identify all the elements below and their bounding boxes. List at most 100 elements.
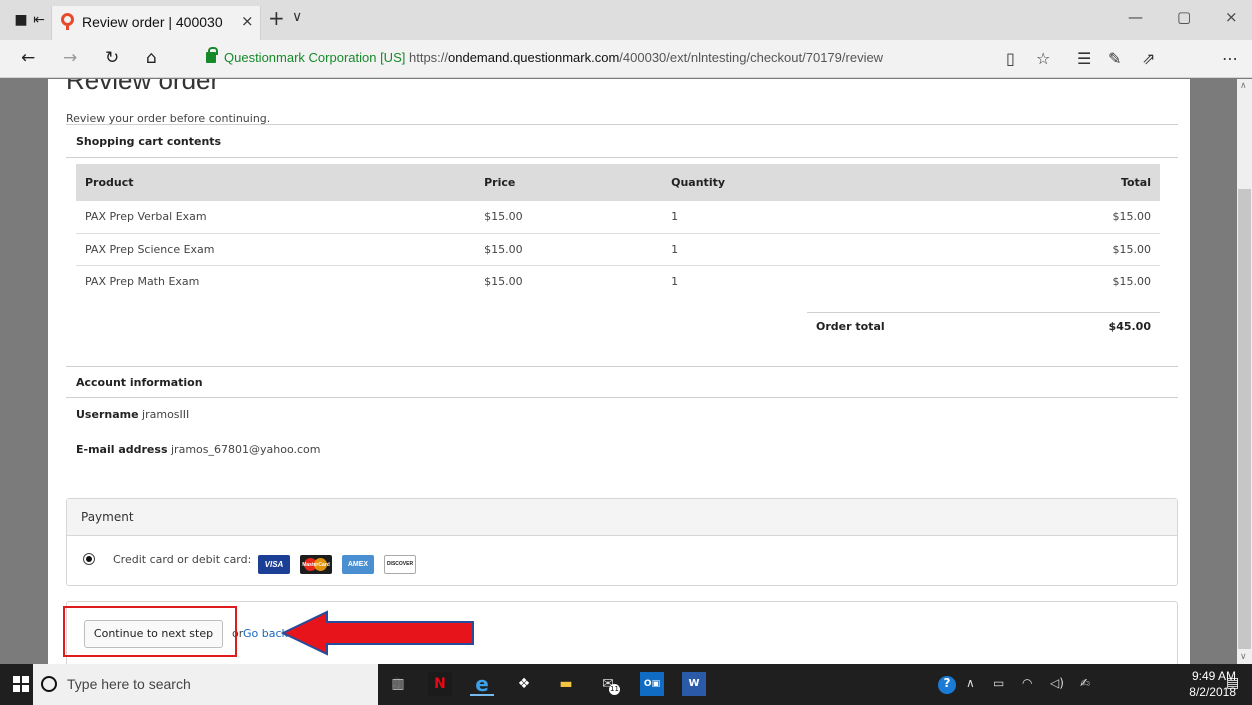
file-explorer-icon[interactable]: ▬: [554, 672, 578, 696]
outlook-icon[interactable]: O▣: [640, 672, 664, 696]
url-path: /400030/ext/nlntesting/checkout/70179/re…: [619, 50, 884, 65]
table-row: PAX Prep Verbal Exam $15.00 1 $15.00: [76, 201, 1160, 234]
order-total-divider: [807, 312, 1160, 313]
discover-logo: DISCOVER: [384, 555, 416, 574]
help-icon[interactable]: ?: [938, 676, 956, 694]
favorite-star-icon[interactable]: ☆: [1036, 50, 1050, 68]
scroll-down-icon[interactable]: ∨: [1240, 652, 1247, 662]
page-viewport: Review order Review your order before co…: [0, 79, 1252, 664]
edge-icon[interactable]: e: [470, 672, 494, 696]
pen-workspace-icon[interactable]: ✍: [1080, 676, 1090, 690]
cell-price: $15.00: [475, 201, 663, 234]
tab-list-chevron-icon[interactable]: ∨: [292, 9, 302, 25]
more-icon[interactable]: ⋯: [1222, 50, 1238, 68]
mail-badge: 11: [609, 684, 620, 695]
col-quantity: Quantity: [662, 164, 1008, 201]
order-total-value: $45.00: [1108, 320, 1151, 333]
cell-product: PAX Prep Math Exam: [85, 274, 200, 288]
cell-quantity: 1: [662, 233, 1008, 266]
address-bar-row: ← → ↻ ⌂ Questionmark Corporation [US] ht…: [0, 40, 1252, 78]
wifi-icon[interactable]: ◠: [1022, 676, 1032, 690]
mastercard-logo: MasterCard: [300, 555, 332, 574]
minimize-icon[interactable]: —: [1128, 8, 1143, 26]
tab-preview-icon[interactable]: ■: [12, 11, 30, 29]
forward-icon[interactable]: →: [63, 49, 77, 67]
credit-card-radio[interactable]: [83, 553, 95, 565]
highlight-box: [63, 606, 237, 657]
windows-start-icon[interactable]: [13, 676, 29, 692]
show-hidden-icons-chevron-icon[interactable]: ∧: [966, 676, 975, 690]
tab-close-icon[interactable]: ×: [241, 12, 254, 30]
email-line: E-mail address jramos_67801@yahoo.com: [76, 443, 320, 456]
divider: [66, 124, 1178, 125]
cell-product: PAX Prep Science Exam: [76, 233, 476, 266]
dropbox-icon[interactable]: ❖: [512, 672, 536, 696]
scroll-up-icon[interactable]: ∧: [1240, 81, 1247, 91]
credit-card-label[interactable]: Credit card or debit card:: [113, 553, 251, 566]
scroll-thumb[interactable]: [1238, 189, 1251, 649]
netflix-icon[interactable]: N: [428, 672, 452, 696]
url-host: ondemand.questionmark.com: [448, 50, 620, 65]
close-window-icon[interactable]: ×: [1225, 8, 1238, 26]
home-icon[interactable]: ⌂: [146, 49, 157, 67]
battery-icon[interactable]: ▭: [993, 676, 1004, 690]
email-value: jramos_67801@yahoo.com: [171, 443, 321, 456]
email-label: E-mail address: [76, 443, 168, 456]
address-field[interactable]: Questionmark Corporation [US] https://on…: [206, 47, 884, 68]
new-tab-icon[interactable]: +: [268, 8, 285, 28]
divider: [66, 366, 1178, 367]
divider: [66, 157, 1178, 158]
col-total: Total: [1007, 164, 1160, 201]
volume-icon[interactable]: ◁): [1050, 676, 1064, 690]
action-center-icon[interactable]: ▤: [1226, 675, 1239, 691]
browser-title-bar: ■ ⇤ Review order | 400030 × + ∨ — ▢ ×: [0, 0, 1252, 40]
set-tabs-aside-icon[interactable]: ⇤: [30, 11, 48, 29]
word-icon[interactable]: W: [682, 672, 706, 696]
table-row: PAX Prep Math Exam $15.00 1 $15.00: [76, 265, 1160, 297]
cell-price: $15.00: [484, 274, 523, 288]
red-arrow-icon: [281, 610, 474, 656]
cortana-icon: [41, 676, 57, 692]
cell-total: $15.00: [1007, 233, 1160, 266]
pen-icon[interactable]: ✎: [1108, 50, 1121, 68]
divider: [66, 397, 1178, 398]
maximize-icon[interactable]: ▢: [1177, 8, 1191, 26]
cell-product: PAX Prep Verbal Exam: [76, 201, 476, 234]
refresh-icon[interactable]: ↻: [105, 49, 119, 67]
amex-logo: AMEX: [342, 555, 374, 574]
certificate-org: Questionmark Corporation [US]: [224, 50, 406, 65]
cart-header-row: Product Price Quantity Total: [76, 164, 1160, 201]
col-product: Product: [76, 164, 476, 201]
tab-review-order[interactable]: Review order | 400030 ×: [51, 6, 261, 40]
taskbar-search[interactable]: Type here to search ♫: [33, 664, 403, 705]
search-placeholder: Type here to search: [67, 676, 191, 692]
cart-section-title: Shopping cart contents: [76, 135, 222, 148]
mail-icon[interactable]: ✉ 11: [596, 672, 620, 696]
lock-icon: [206, 47, 218, 63]
page-title: Review order: [66, 79, 220, 95]
cell-price: $15.00: [475, 233, 663, 266]
questionmark-favicon-icon: [61, 13, 74, 30]
favorites-hub-icon[interactable]: ☰: [1077, 50, 1091, 68]
taskbar: Type here to search ♫ ▥ N e ❖ ▬ ✉ 11 O▣ W…: [0, 664, 1252, 705]
table-row: PAX Prep Science Exam $15.00 1 $15.00: [76, 233, 1160, 266]
url-protocol: https://: [408, 50, 449, 65]
cart-table: Product Price Quantity Total PAX Prep Ve…: [76, 164, 1160, 297]
checkout-page: Review order Review your order before co…: [48, 79, 1190, 664]
order-total-label: Order total: [816, 320, 885, 333]
cell-quantity: 1: [662, 201, 1008, 234]
username-label: Username: [76, 408, 139, 421]
cell-quantity: 1: [671, 274, 679, 288]
reading-view-icon[interactable]: ▯: [1006, 50, 1015, 68]
username-value: jramosIII: [142, 408, 190, 421]
username-line: Username jramosIII: [76, 408, 189, 421]
payment-panel: Payment Credit card or debit card: VISA …: [66, 498, 1178, 586]
vertical-scrollbar[interactable]: ∧ ∨: [1237, 79, 1252, 664]
account-section-title: Account information: [76, 376, 203, 389]
payment-title: Payment: [67, 499, 1177, 536]
tab-title: Review order | 400030: [82, 14, 223, 30]
back-icon[interactable]: ←: [21, 49, 35, 67]
task-view-icon[interactable]: ▥: [386, 672, 410, 696]
share-icon[interactable]: ⇗: [1142, 50, 1155, 68]
cell-total: $15.00: [1112, 274, 1152, 288]
